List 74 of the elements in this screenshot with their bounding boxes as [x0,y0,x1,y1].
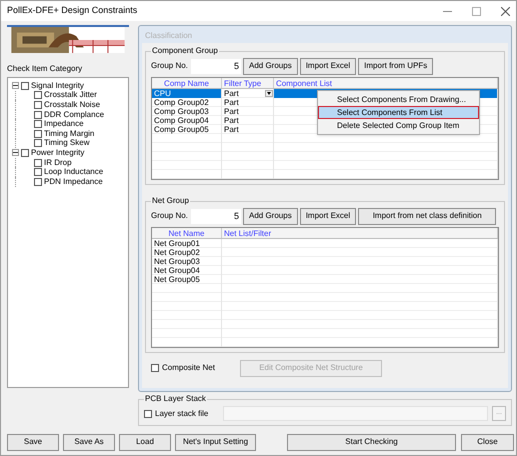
column-header[interactable]: Component List [274,78,498,88]
group-title: PCB Layer Stack [144,393,207,405]
button[interactable]: Add Groups [243,58,298,74]
tree-item[interactable]: DDR Complance [44,108,104,121]
category-label: Check Item Category [7,63,84,75]
panel-title: Classification [144,30,194,42]
button[interactable]: Close [461,434,514,450]
tree-item[interactable]: Crosstalk Jitter [44,89,97,102]
checkbox[interactable] [144,410,152,418]
checkbox[interactable] [34,158,42,167]
checkbox[interactable] [34,178,42,186]
checkbox-label: Layer stack file [155,408,210,420]
tree-item[interactable]: Power Integrity [31,146,84,159]
table-cell[interactable]: Net Group01 [152,239,222,248]
group-title: Net Group [151,195,190,207]
tree-item[interactable]: Crosstalk Noise [44,98,100,111]
checkbox[interactable] [21,82,29,90]
button[interactable]: Save [7,434,59,450]
collapse-icon[interactable] [12,149,19,156]
table-cell[interactable]: Net Group05 [152,275,222,284]
column-header[interactable]: Net List/Filter [222,228,498,238]
collapse-icon[interactable] [12,82,19,90]
button[interactable]: Import from UPFs [358,58,434,74]
table-cell[interactable]: Comp Group05 [152,125,222,134]
button[interactable]: Import from net class definition [358,208,496,224]
checkbox-label: Composite Net [162,362,216,374]
table-cell[interactable]: Comp Group03 [152,107,222,116]
tree-item[interactable]: Impedance [44,118,84,130]
tree-item[interactable]: IR Drop [44,156,72,169]
table-cell[interactable]: Part [222,107,274,116]
button[interactable]: Start Checking [287,434,456,450]
menu-item[interactable]: Delete Selected Comp Group Item [318,119,479,132]
tree-item[interactable]: Timing Margin [44,128,94,140]
column-header[interactable]: Comp Name [152,78,222,88]
checkbox[interactable] [34,100,42,109]
tree-item[interactable]: Timing Skew [44,137,90,150]
button[interactable]: Load [119,434,171,450]
button[interactable]: Save As [63,434,115,450]
checkbox[interactable] [34,120,42,128]
column-header[interactable]: Net Name [152,228,222,238]
table-cell[interactable]: Part [222,116,274,125]
input-field[interactable]: 5 [191,208,241,224]
button[interactable]: Import Excel [300,208,356,224]
checkbox[interactable] [34,130,42,138]
button[interactable]: Import Excel [300,58,356,74]
table-cell[interactable]: Part [222,98,274,107]
table-cell[interactable]: Net Group02 [152,248,222,257]
button[interactable]: Add Groups [243,208,298,224]
input-field[interactable]: 5 [191,58,241,74]
menu-item[interactable]: Select Components From List [318,106,479,119]
column-header[interactable]: Filter Type [222,78,274,88]
table-cell[interactable]: Net Group03 [152,257,222,266]
table-cell[interactable]: Net Group04 [152,266,222,275]
table-cell[interactable]: CPU [152,89,222,98]
table-cell[interactable]: Comp Group02 [152,98,222,107]
checkbox[interactable] [21,148,29,157]
checkbox[interactable] [34,139,42,148]
tree-item[interactable]: Loop Inductance [44,166,104,178]
button[interactable]: Net's Input Setting [175,434,256,450]
field-label: Group No. [151,210,189,222]
checkbox[interactable] [34,91,42,100]
checkbox[interactable] [151,364,159,372]
tree-item[interactable]: PDN Impedance [44,176,103,188]
tree-item[interactable]: Signal Integrity [31,80,84,92]
group-title: Component Group [151,45,219,57]
menu-item[interactable]: Select Components From Drawing... [318,93,479,106]
checkbox[interactable] [34,168,42,176]
window-title: PollEx-DFE+ Design Constraints [7,4,138,18]
table-cell[interactable]: Comp Group04 [152,116,222,125]
dropdown-arrow-icon[interactable] [265,90,273,97]
close-icon[interactable] [501,6,510,16]
checkbox[interactable] [34,110,42,119]
table-cell[interactable]: Part [222,125,274,134]
field-label: Group No. [151,60,189,72]
